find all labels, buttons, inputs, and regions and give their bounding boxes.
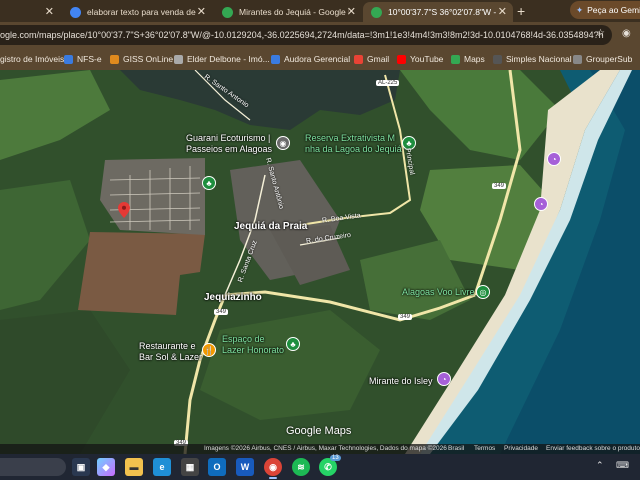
document-icon xyxy=(174,54,183,64)
restaurant-marker-icon[interactable]: 🍴 xyxy=(202,343,216,357)
address-row: ogle.com/maps/place/10°00'37.7"S+36°02'0… xyxy=(0,22,640,48)
place-jequia-praia[interactable]: Jequiá da Praia xyxy=(234,221,307,232)
youtube-icon xyxy=(397,54,406,64)
close-icon[interactable]: ✕ xyxy=(498,5,507,18)
viewpoint-marker-icon[interactable]: ◔ xyxy=(534,197,548,211)
address-bar[interactable]: ogle.com/maps/place/10°00'37.7"S+36°02'0… xyxy=(0,25,612,45)
place-espaco-lazer[interactable]: Espaço de Lazer Honorato xyxy=(222,334,284,356)
tab-mirantes-jequia[interactable]: Mirantes do Jequiá - Google M ✕ xyxy=(214,2,362,22)
place-mirante-isley[interactable]: Mirante do Isley xyxy=(369,376,433,386)
road-shield: 349 xyxy=(214,309,229,315)
tab-first[interactable]: ✕ xyxy=(0,2,60,22)
park-marker-icon[interactable]: ♣ xyxy=(286,337,300,351)
gemini-icon: ✦ xyxy=(576,4,584,15)
google-maps-logo: Google Maps xyxy=(286,425,352,437)
road-shield: AL-225 xyxy=(376,80,400,86)
road-shield: 349 xyxy=(492,183,507,189)
link-termos[interactable]: Termos xyxy=(474,444,495,454)
satellite-map[interactable]: ◉ Guarani Ecoturismo | Passeios em Alago… xyxy=(0,70,640,454)
bookmark-elder-delbone[interactable]: Elder Delbone - Imó... xyxy=(174,48,270,70)
bookmarks-bar: gistro de Imóveis NFS-e GISS OnLine Elde… xyxy=(0,48,640,70)
place-restaurante[interactable]: Restaurante e Bar Sol & Lazer xyxy=(139,341,202,363)
bookmark-registro-imoveis[interactable]: gistro de Imóveis xyxy=(0,48,64,70)
place-reserva[interactable]: Reserva Extrativista M nha da Lagoa do J… xyxy=(305,133,402,155)
map-imagery xyxy=(0,70,640,454)
bookmark-star-icon[interactable]: ☆ xyxy=(596,28,605,39)
network-icon[interactable]: ⌨ xyxy=(616,460,629,471)
tab-coordinates[interactable]: 10°00'37.7"S 36°02'07.8"W - Go ✕ xyxy=(363,2,513,22)
maps-icon xyxy=(371,6,382,18)
place-alagoas-voo-livre[interactable]: Alagoas Voo Livre xyxy=(402,287,475,297)
whatsapp-badge: 13 xyxy=(330,455,341,461)
tab-elaborar-texto[interactable]: elaborar texto para venda de te ✕ xyxy=(62,2,212,22)
outlook-icon[interactable]: O xyxy=(208,458,226,476)
park-marker-icon[interactable]: ◎ xyxy=(476,285,490,299)
bookmark-giss[interactable]: GISS OnLine xyxy=(110,48,173,70)
bookmark-gmail[interactable]: Gmail xyxy=(354,48,389,70)
road-shield: 349 xyxy=(398,314,413,320)
spotify-icon[interactable]: ≋ xyxy=(292,458,310,476)
file-explorer-icon[interactable]: ▬ xyxy=(125,458,143,476)
groupersub-icon xyxy=(573,54,582,64)
taskbar: ▣ ◆ ▬ e ▦ O W ◉ ≋ ✆ 13 ⌃ ⌨ xyxy=(0,454,640,480)
chevron-up-icon[interactable]: ⌃ xyxy=(596,460,604,471)
gemini-button[interactable]: ✦ Peça ao Gemini xyxy=(570,1,640,19)
edge-icon[interactable]: e xyxy=(153,458,171,476)
new-tab-button[interactable]: + xyxy=(517,3,525,19)
copilot-icon[interactable]: ◆ xyxy=(97,458,115,476)
bookmark-youtube[interactable]: YouTube xyxy=(397,48,443,70)
close-icon[interactable]: ✕ xyxy=(197,5,206,18)
link-feedback[interactable]: Enviar feedback sobre o produto xyxy=(546,444,640,454)
word-icon[interactable]: W xyxy=(236,458,254,476)
link-privacidade[interactable]: Privacidade xyxy=(504,444,538,454)
place-jequiazinho[interactable]: Jequiazinho xyxy=(204,292,262,303)
bookmark-audora[interactable]: Audora Gerencial xyxy=(271,48,350,70)
maps-icon xyxy=(451,54,460,64)
task-view-icon[interactable]: ▣ xyxy=(72,458,90,476)
viewpoint-marker-icon[interactable]: ◔ xyxy=(547,152,561,166)
bookmark-groupersub[interactable]: GrouperSub xyxy=(573,48,632,70)
close-icon[interactable]: ✕ xyxy=(45,5,54,18)
viewpoint-marker-icon[interactable]: ◔ xyxy=(437,372,451,386)
chrome-icon[interactable]: ◉ xyxy=(264,458,282,479)
map-attribution: Imagens ©2026 Airbus, CNES / Airbus, Max… xyxy=(0,444,640,454)
google-icon xyxy=(70,6,81,18)
maps-icon xyxy=(222,6,233,18)
nfse-icon xyxy=(64,54,73,64)
location-pin-icon[interactable] xyxy=(118,202,130,218)
bookmark-nfse[interactable]: NFS-e xyxy=(64,48,102,70)
bookmark-simples-nacional[interactable]: Simples Nacional xyxy=(493,48,572,70)
gmail-icon xyxy=(354,54,363,64)
simples-icon xyxy=(493,54,502,64)
audora-icon xyxy=(271,54,280,64)
tab-strip: ✕ elaborar texto para venda de te ✕ Mira… xyxy=(0,0,640,22)
place-marker-icon[interactable]: ◉ xyxy=(276,136,290,150)
park-marker-icon[interactable]: ♣ xyxy=(202,176,216,190)
close-icon[interactable]: ✕ xyxy=(347,5,356,18)
taskbar-search[interactable] xyxy=(0,458,66,476)
bookmark-maps[interactable]: Maps xyxy=(451,48,485,70)
profile-icon[interactable]: ◉ xyxy=(622,28,631,39)
link-brasil[interactable]: Brasil xyxy=(448,444,464,454)
place-guarani[interactable]: Guarani Ecoturismo | Passeios em Alagoas xyxy=(186,133,272,155)
giss-icon xyxy=(110,54,119,64)
store-icon[interactable]: ▦ xyxy=(181,458,199,476)
